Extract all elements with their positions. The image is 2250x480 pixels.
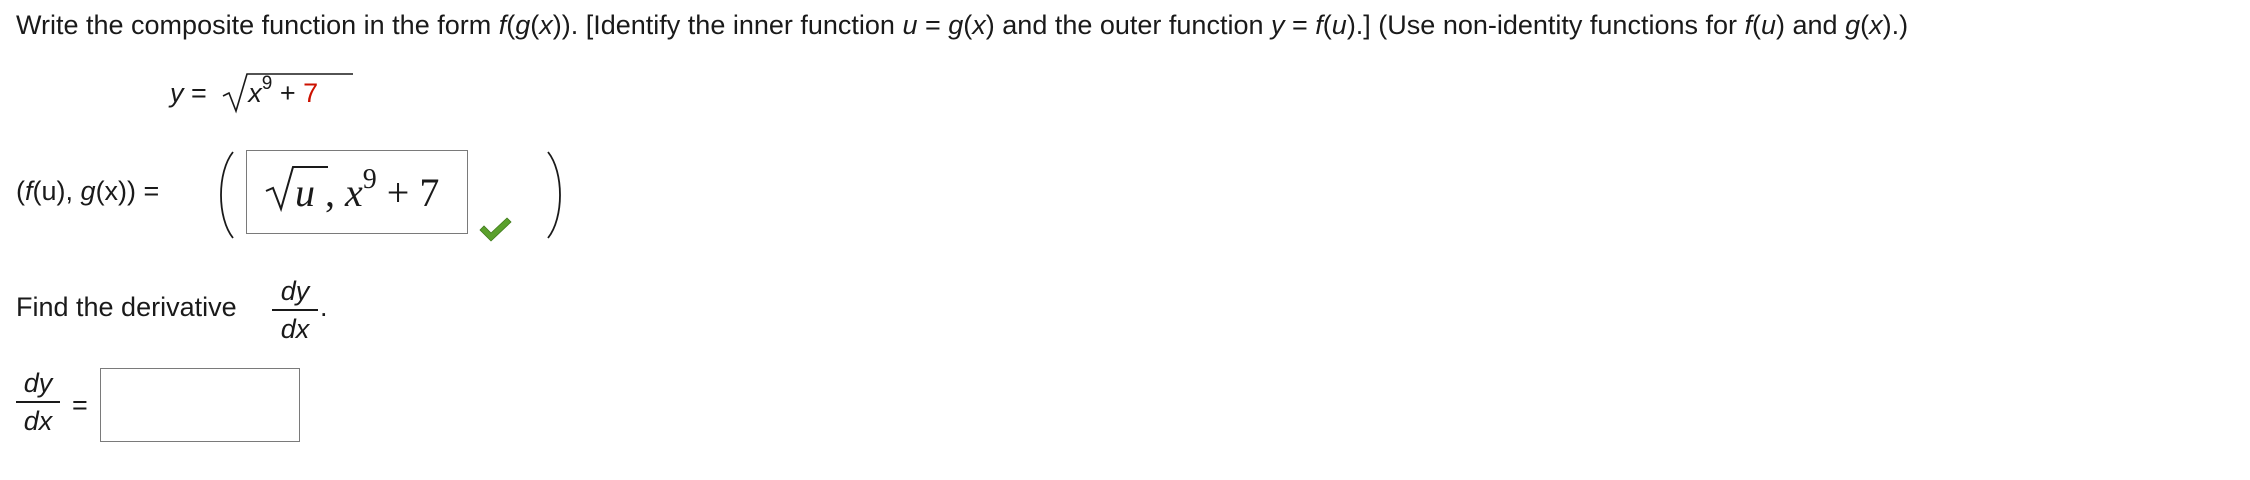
instruction-text: g — [515, 10, 531, 40]
answer-g-exponent: 9 — [362, 164, 377, 195]
fraction-bar — [16, 401, 60, 403]
equation-radical: x9 + 7 — [222, 73, 354, 114]
radical-sign-icon — [265, 166, 328, 213]
instruction-text: ) and — [1776, 10, 1846, 40]
fraction-numerator: dy — [280, 276, 310, 306]
left-paren-icon — [220, 151, 234, 239]
pair-label-text: ) = — [127, 176, 160, 206]
instruction-text: f — [1315, 10, 1323, 40]
instruction-text: = — [1284, 10, 1316, 40]
instruction-text: = — [917, 10, 949, 40]
answer-g-base: x — [345, 170, 363, 215]
answer-g-rest: + 7 — [376, 170, 440, 215]
right-paren-icon — [547, 151, 561, 239]
instruction-text: u — [902, 10, 918, 40]
given-equation: y = x9 + 7 — [170, 73, 354, 122]
instruction-text: g — [1845, 10, 1861, 40]
fraction-denominator: dx — [23, 406, 53, 436]
derivative-answer-field[interactable] — [100, 368, 300, 442]
question-instruction: Write the composite function in the form… — [16, 10, 1908, 41]
instruction-text: f — [1744, 10, 1752, 40]
instruction-text: y — [1270, 10, 1285, 40]
fraction-bar — [272, 309, 318, 311]
derivative-prompt-text: Find the derivative — [16, 292, 237, 322]
answer-radical: u — [265, 166, 328, 216]
instruction-text: g — [948, 10, 964, 40]
fraction-denominator: dx — [280, 314, 310, 344]
pair-label-text: (x) — [95, 176, 128, 206]
instruction-text: u — [1331, 10, 1347, 40]
fraction-numerator: dy — [23, 368, 53, 398]
instruction-text: ( — [506, 10, 516, 40]
equation-lhs: y — [170, 78, 184, 108]
instruction-text: ( — [1322, 10, 1332, 40]
derivative-equals: = — [72, 390, 88, 420]
instruction-text: )). [Identify the inner function — [552, 10, 903, 40]
pair-label-text: f — [25, 176, 33, 206]
derivative-lhs-fraction: dy dx — [16, 368, 60, 436]
instruction-text: ) and the outer function — [985, 10, 1271, 40]
instruction-text: ( — [1860, 10, 1870, 40]
composite-answer-row: (f(u), g(x)) = u , x9 + 7 — [16, 150, 716, 242]
equation-exponent: 9 — [261, 73, 273, 94]
instruction-text: u — [1761, 10, 1777, 40]
instruction-text: ( — [963, 10, 973, 40]
pair-label-text: g — [80, 176, 96, 206]
answer-math: u , x9 + 7 — [265, 164, 440, 216]
instruction-text: Write the composite function in the form — [16, 10, 499, 40]
instruction-text: ( — [530, 10, 540, 40]
check-icon — [479, 217, 512, 242]
instruction-text: ).] (Use non-identity functions for — [1346, 10, 1745, 40]
instruction-text: x — [1869, 10, 1883, 40]
equation-equals: = — [183, 78, 215, 108]
pair-label-text: (u) — [32, 176, 66, 206]
pair-label: (f(u), g(x)) = — [16, 176, 159, 207]
composite-answer-field[interactable]: u , x9 + 7 — [246, 150, 468, 234]
pair-label-text: ( — [16, 176, 25, 206]
radical-sign-icon — [222, 73, 354, 114]
instruction-text: ).) — [1882, 10, 1909, 40]
derivative-fraction: dy dx — [272, 276, 318, 344]
instruction-text: ( — [1752, 10, 1761, 40]
derivative-period: . — [320, 292, 328, 322]
pair-label-text: , — [65, 176, 81, 206]
instruction-text: x — [972, 10, 986, 40]
instruction-text: x — [539, 10, 553, 40]
